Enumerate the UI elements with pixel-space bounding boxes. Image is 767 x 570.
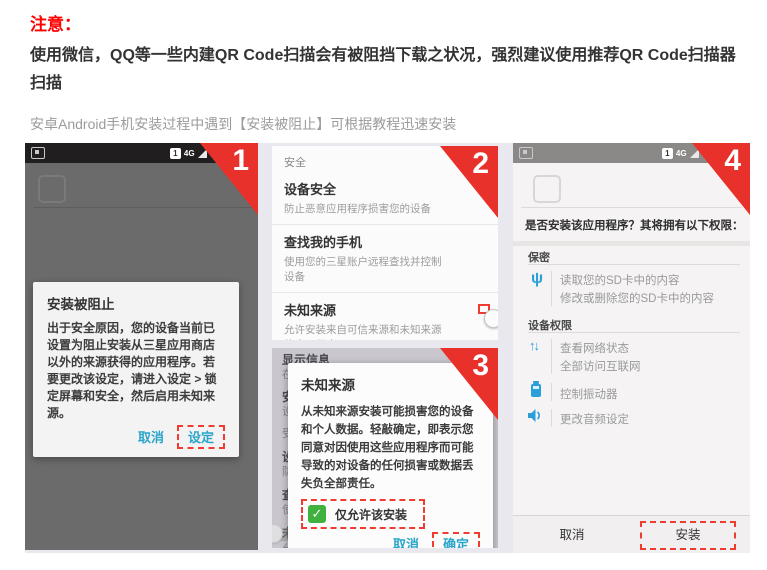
highlight-box: 确定 xyxy=(432,532,480,549)
dialog-title: 未知来源 xyxy=(301,374,480,394)
permission-text: 查看网络状态 xyxy=(560,340,629,356)
divider xyxy=(521,207,742,208)
install-blocked-dialog: 安装被阻止 出于安全原因，您的设备当前已设置为阻止安装从三星应用商店以外的来源获… xyxy=(33,282,239,457)
section-header-privacy: 保密 xyxy=(528,249,550,265)
highlight-box: ✓ 仅允许该安装 xyxy=(301,499,425,529)
app-icon-placeholder xyxy=(38,175,66,203)
permission-text: 更改音频设定 xyxy=(560,411,629,427)
item-title: 未知来源 xyxy=(284,300,448,319)
screenshot-strip: 1 4G 7 安装被阻止 出于安全原因，您的设备当前已设置为阻止安装从三星应用商… xyxy=(25,143,750,553)
network-type-indicator: 4G xyxy=(184,149,195,158)
dialog-body: 从未知来源安装可能损害您的设备和个人数据。轻敲确定，即表示您同意对因使用这些应用… xyxy=(301,403,480,493)
divider xyxy=(551,383,552,401)
permission-text: 全部访问互联网 xyxy=(560,358,641,374)
usb-icon: ψ xyxy=(531,270,543,288)
item-title: 设备安全 xyxy=(284,179,448,198)
signal-icon xyxy=(198,149,207,158)
checkbox-area: ✓ 仅允许该安装 xyxy=(301,499,480,529)
divider xyxy=(551,271,552,306)
dialog-buttons: 取消 确定 xyxy=(301,529,480,548)
checkbox-checked-icon[interactable]: ✓ xyxy=(308,505,326,523)
item-subtitle: 防止恶意应用程序损害您的设备 xyxy=(284,201,448,216)
highlight-box xyxy=(478,304,490,314)
step-number: 4 xyxy=(724,144,741,178)
divider xyxy=(551,339,552,374)
screenshot-icon xyxy=(519,147,533,159)
highlight-box: 安装 xyxy=(640,521,736,550)
network-type-indicator: 4G xyxy=(676,149,687,158)
phone-screen-1: 1 4G 7 安装被阻止 出于安全原因，您的设备当前已设置为阻止安装从三星应用商… xyxy=(25,143,258,550)
setting-item-find-my-phone[interactable]: 查找我的手机 使用您的三星账户远程查找并控制设备 xyxy=(272,225,498,293)
phone-screen-3: 显示信息 在 安 设 受 设 防 查 使 未 允许安装来自可信来源和未知来源的应… xyxy=(272,348,498,548)
cancel-button[interactable]: 取消 xyxy=(513,517,631,553)
step-number: 3 xyxy=(472,349,489,383)
phone-screen-4: 1 4G 7 是否安装该应用程序？其将拥有以下权限： 保密 ψ 读取您的SD卡中… xyxy=(513,143,750,553)
app-icon-placeholder xyxy=(533,175,561,203)
notification-count-badge: 1 xyxy=(170,148,181,159)
step-number: 2 xyxy=(472,147,489,181)
setting-item-device-security[interactable]: 设备安全 防止恶意应用程序损害您的设备 xyxy=(272,172,498,225)
dialog-buttons: 取消 安装 xyxy=(513,515,750,553)
divider xyxy=(528,332,740,333)
speaker-icon xyxy=(527,408,543,428)
divider xyxy=(551,409,552,427)
settings-button[interactable]: 设定 xyxy=(179,425,223,450)
screenshot-icon xyxy=(31,147,45,159)
notice-subtitle: 安卓Android手机安装过程中遇到【安装被阻止】可根据教程迅速安装 xyxy=(30,114,744,134)
setting-item-unknown-sources[interactable]: 未知来源 允许安装来自可信来源和未知来源的应用程序 xyxy=(272,293,498,340)
notice-body: 使用微信，QQ等一些内建QR Code扫描会有被阻挡下载之状况，强烈建议使用推荐… xyxy=(30,42,744,98)
highlight-box: 设定 xyxy=(177,425,225,449)
notification-count-badge: 1 xyxy=(662,148,673,159)
ok-button[interactable]: 确定 xyxy=(434,532,478,549)
install-prompt-title: 是否安装该应用程序？其将拥有以下权限： xyxy=(525,217,749,233)
unknown-sources-dialog: 未知来源 从未知来源安装可能损害您的设备和个人数据。轻敲确定，即表示您同意对因使… xyxy=(288,363,493,548)
divider xyxy=(33,207,252,208)
dialog-buttons: 取消 设定 xyxy=(47,422,225,451)
divider xyxy=(528,264,740,265)
dialog-title: 安装被阻止 xyxy=(47,293,225,313)
step-badge xyxy=(692,143,750,215)
checkbox-label: 仅允许该安装 xyxy=(335,506,407,523)
cancel-button[interactable]: 取消 xyxy=(129,422,173,451)
battery-icon xyxy=(531,384,541,397)
tutorial-page: 注意： 使用微信，QQ等一些内建QR Code扫描会有被阻挡下载之状况，强烈建议… xyxy=(0,0,767,570)
permission-text: 控制振动器 xyxy=(560,386,618,402)
signal-icon xyxy=(690,149,699,158)
item-title: 查找我的手机 xyxy=(284,232,448,251)
phone-screen-2: 安全 设备安全 防止恶意应用程序损害您的设备 查找我的手机 使用您的三星账户远程… xyxy=(272,146,498,340)
section-header-device: 设备权限 xyxy=(528,317,572,333)
permission-text: 读取您的SD卡中的内容 xyxy=(560,272,679,288)
cancel-button[interactable]: 取消 xyxy=(384,529,428,548)
section-band xyxy=(513,241,750,246)
item-subtitle: 允许安装来自可信来源和未知来源的应用程序 xyxy=(284,322,448,340)
network-arrows-icon: ↑↓ xyxy=(529,338,538,353)
step-number: 1 xyxy=(232,144,249,178)
notice-title: 注意： xyxy=(30,10,81,35)
dialog-body: 出于安全原因，您的设备当前已设置为阻止安装从三星应用商店以外的来源获得的应用程序… xyxy=(47,320,225,422)
item-subtitle: 使用您的三星账户远程查找并控制设备 xyxy=(284,254,448,284)
permission-text: 修改或删除您的SD卡中的内容 xyxy=(560,290,714,306)
install-button[interactable]: 安装 xyxy=(675,528,700,542)
toggle-knob xyxy=(484,309,498,328)
